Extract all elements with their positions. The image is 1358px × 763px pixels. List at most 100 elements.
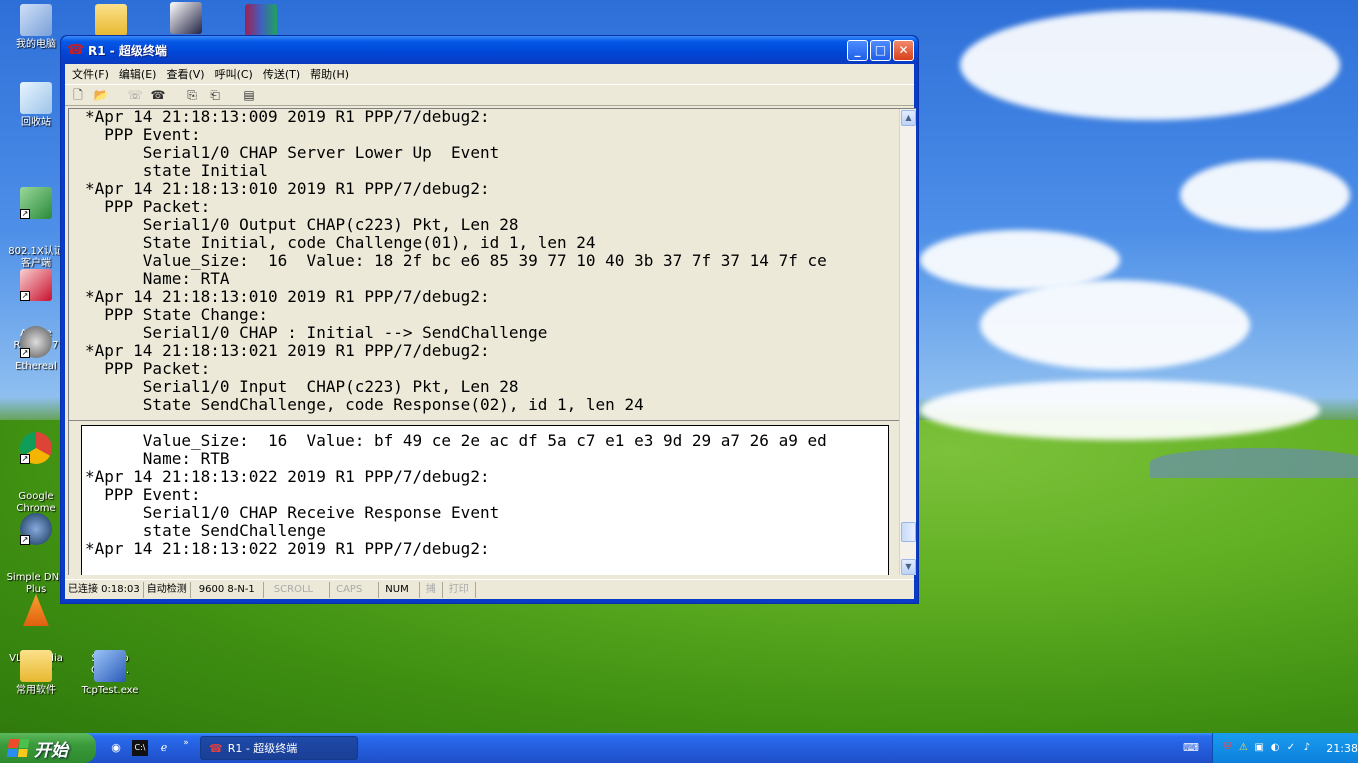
terminal-line: *Apr 14 21:18:13:009 2019 R1 PPP/7/debug… bbox=[85, 108, 490, 126]
volume-icon[interactable]: ♪ bbox=[1300, 741, 1313, 755]
taskbar: 开始 ◉ C:\ ℯ » ☎ R1 - 超级终端 ⌨ ⛨ ⚠ ▣ ◐ ✓ ♪ 2… bbox=[0, 733, 1358, 763]
terminal-line: Name: RTA bbox=[85, 269, 230, 288]
status-bar: 已连接 0:18:03 自动检测 9600 8-N-1 SCROLL CAPS … bbox=[65, 579, 914, 599]
terminal-line: Serial1/0 CHAP Receive Response Event bbox=[85, 503, 500, 522]
terminal-lower-text: Value_Size: 16 Value: bf 49 ce 2e ac df … bbox=[85, 432, 827, 558]
menu-edit[interactable]: 编辑(E) bbox=[114, 66, 162, 82]
window-client: 文件(F) 编辑(E) 查看(V) 呼叫(C) 传送(T) 帮助(H) 🗋 📂 … bbox=[65, 64, 916, 599]
vlc-cone-icon bbox=[23, 594, 49, 626]
taskbar-item-label: R1 - 超级终端 bbox=[227, 742, 298, 755]
status-print: 打印 bbox=[443, 581, 476, 598]
cmd-quicklaunch-icon[interactable]: C:\ bbox=[132, 740, 148, 756]
terminal-line: state SendChallenge bbox=[85, 521, 326, 540]
chevron-icon[interactable]: » bbox=[178, 735, 194, 751]
adobe-reader-icon: ↗ bbox=[20, 269, 52, 301]
terminal-line: Value_Size: 16 Value: 18 2f bc e6 85 39 … bbox=[85, 251, 827, 270]
recycle-bin-icon bbox=[20, 82, 52, 114]
ie-quicklaunch-icon[interactable]: ◉ bbox=[108, 740, 124, 756]
shield-icon[interactable]: ⛨ bbox=[1221, 741, 1234, 755]
terminal-line: *Apr 14 21:18:13:022 2019 R1 PPP/7/debug… bbox=[85, 539, 490, 558]
terminal-line: *Apr 14 21:18:13:010 2019 R1 PPP/7/debug… bbox=[85, 179, 490, 198]
scroll-up-button[interactable]: ▲ bbox=[901, 110, 916, 126]
open-icon[interactable]: 📂 bbox=[92, 86, 110, 104]
start-button[interactable]: 开始 bbox=[0, 733, 96, 763]
menu-bar: 文件(F) 编辑(E) 查看(V) 呼叫(C) 传送(T) 帮助(H) bbox=[65, 64, 914, 84]
vm-icon[interactable]: ▣ bbox=[1253, 741, 1266, 755]
minimize-button[interactable]: _ bbox=[847, 39, 868, 61]
scroll-down-button[interactable]: ▼ bbox=[901, 559, 916, 575]
vertical-scrollbar[interactable]: ▲ ▼ bbox=[899, 109, 916, 575]
terminal-line: Serial1/0 CHAP : Initial --> SendChallen… bbox=[85, 323, 548, 342]
properties-icon[interactable]: ▤ bbox=[240, 86, 258, 104]
system-tray: ⛨ ⚠ ▣ ◐ ✓ ♪ 21:38 bbox=[1212, 733, 1358, 763]
network-icon[interactable]: ◐ bbox=[1269, 741, 1282, 755]
terminal-area[interactable]: *Apr 14 21:18:13:009 2019 R1 PPP/7/debug… bbox=[68, 108, 916, 575]
terminal-line: *Apr 14 21:18:13:022 2019 R1 PPP/7/debug… bbox=[85, 467, 490, 486]
desktop-icon-common-software[interactable]: 常用软件 bbox=[1, 650, 71, 697]
status-scroll: SCROLL bbox=[264, 581, 331, 598]
chrome-icon: ↗ bbox=[20, 432, 52, 464]
menu-file[interactable]: 文件(F) bbox=[67, 66, 114, 82]
windows-logo-icon bbox=[6, 739, 30, 757]
menu-transfer[interactable]: 传送(T) bbox=[258, 66, 305, 82]
keyboard-icon[interactable]: ⌨ bbox=[1183, 740, 1199, 756]
terminal-line: PPP Event: bbox=[85, 125, 201, 144]
menu-help[interactable]: 帮助(H) bbox=[305, 66, 354, 82]
browser-quicklaunch-icon[interactable]: ℯ bbox=[156, 740, 172, 756]
terminal-line: Value_Size: 16 Value: bf 49 ce 2e ac df … bbox=[85, 431, 827, 450]
terminal-lower-pane: Value_Size: 16 Value: bf 49 ce 2e ac df … bbox=[81, 425, 889, 575]
folder-icon bbox=[95, 4, 127, 36]
clock: 21:38 bbox=[1326, 741, 1358, 755]
terminal-line: Name: RTB bbox=[85, 449, 230, 468]
start-label: 开始 bbox=[34, 740, 68, 761]
window-title: R1 - 超级终端 bbox=[88, 43, 167, 58]
terminal-line: Serial1/0 Output CHAP(c223) Pkt, Len 28 bbox=[85, 215, 519, 234]
menu-call[interactable]: 呼叫(C) bbox=[210, 66, 258, 82]
menu-view[interactable]: 查看(V) bbox=[161, 66, 209, 82]
desktop-icon-label: TcpTest.exe bbox=[81, 685, 139, 696]
terminal-line: State SendChallenge, code Response(02), … bbox=[85, 395, 644, 414]
desktop-icon-label: 常用软件 bbox=[16, 685, 56, 696]
status-caps: CAPS bbox=[330, 581, 380, 598]
network-client-icon: ↗ bbox=[20, 187, 52, 219]
terminal-line: Serial1/0 Input CHAP(c223) Pkt, Len 28 bbox=[85, 377, 519, 396]
status-capture: 捕 bbox=[420, 581, 443, 598]
winrar-icon bbox=[245, 4, 277, 36]
ethereal-icon: ↗ bbox=[20, 326, 52, 358]
new-icon[interactable]: 🗋 bbox=[69, 86, 87, 104]
terminal-line: Serial1/0 CHAP Server Lower Up Event bbox=[85, 143, 500, 162]
desktop-icon-tcptest[interactable]: TcpTest.exe bbox=[75, 650, 145, 697]
status-detect: 自动检测 bbox=[144, 581, 191, 598]
tcptest-icon bbox=[94, 650, 126, 682]
folder-icon bbox=[20, 650, 52, 682]
taskbar-item-hyperterminal[interactable]: ☎ R1 - 超级终端 bbox=[200, 736, 358, 760]
close-button[interactable]: ✕ bbox=[893, 39, 914, 61]
split-bar[interactable] bbox=[69, 415, 899, 421]
terminal-line: State Initial, code Challenge(01), id 1,… bbox=[85, 233, 596, 252]
send-icon[interactable]: ⎘ bbox=[183, 86, 201, 104]
sync-icon[interactable]: ✓ bbox=[1285, 741, 1298, 755]
desktop-icon-winrar[interactable] bbox=[226, 4, 296, 39]
status-num: NUM bbox=[379, 581, 420, 598]
terminal-line: PPP Packet: bbox=[85, 359, 211, 378]
call-icon[interactable]: ☏ bbox=[126, 86, 144, 104]
disconnect-icon[interactable]: ☎ bbox=[149, 86, 167, 104]
terminal-line: PPP Packet: bbox=[85, 197, 211, 216]
desktop-icon-app-top[interactable] bbox=[151, 2, 221, 37]
terminal-line: *Apr 14 21:18:13:010 2019 R1 PPP/7/debug… bbox=[85, 287, 490, 306]
toolbar: 🗋 📂 ☏ ☎ ⎘ ⎗ ▤ bbox=[65, 84, 914, 106]
terminal-upper-pane: *Apr 14 21:18:13:009 2019 R1 PPP/7/debug… bbox=[85, 108, 827, 414]
receive-icon[interactable]: ⎗ bbox=[206, 86, 224, 104]
warning-icon[interactable]: ⚠ bbox=[1237, 741, 1250, 755]
hyperterminal-icon: ☎ bbox=[67, 42, 85, 58]
desktop-icon-folder-top[interactable] bbox=[76, 4, 146, 39]
hyperterminal-icon: ☎ bbox=[209, 741, 223, 755]
app-icon bbox=[170, 2, 202, 34]
terminal-line: PPP State Change: bbox=[85, 305, 269, 324]
scroll-thumb[interactable] bbox=[901, 522, 916, 542]
terminal-line: PPP Event: bbox=[85, 485, 201, 504]
title-bar[interactable]: ☎ R1 - 超级终端 _ □ ✕ bbox=[61, 36, 918, 64]
terminal-line: *Apr 14 21:18:13:021 2019 R1 PPP/7/debug… bbox=[85, 341, 490, 360]
maximize-button[interactable]: □ bbox=[870, 39, 891, 61]
globe-icon: ↗ bbox=[20, 513, 52, 545]
